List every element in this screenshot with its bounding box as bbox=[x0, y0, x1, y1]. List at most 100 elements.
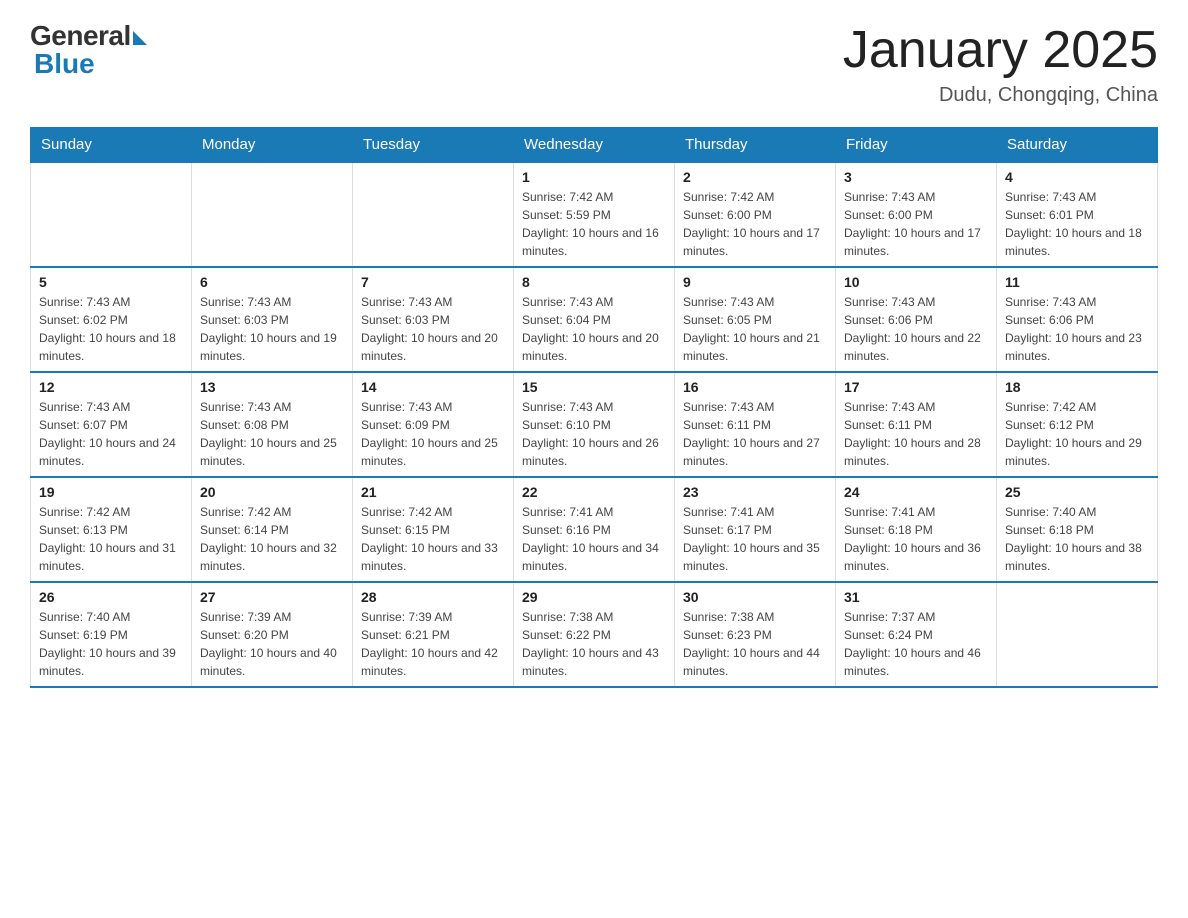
day-info: Sunrise: 7:39 AMSunset: 6:20 PMDaylight:… bbox=[200, 610, 337, 678]
day-number: 14 bbox=[361, 379, 505, 395]
calendar-header-sunday: Sunday bbox=[31, 128, 192, 163]
calendar-cell: 11 Sunrise: 7:43 AMSunset: 6:06 PMDaylig… bbox=[997, 267, 1158, 372]
calendar-header-monday: Monday bbox=[192, 128, 353, 163]
day-number: 22 bbox=[522, 484, 666, 500]
page-header: General Blue January 2025 Dudu, Chongqin… bbox=[30, 20, 1158, 107]
day-number: 24 bbox=[844, 484, 988, 500]
calendar-cell: 28 Sunrise: 7:39 AMSunset: 6:21 PMDaylig… bbox=[353, 582, 514, 687]
day-info: Sunrise: 7:40 AMSunset: 6:19 PMDaylight:… bbox=[39, 610, 176, 678]
day-info: Sunrise: 7:42 AMSunset: 6:12 PMDaylight:… bbox=[1005, 400, 1142, 468]
day-number: 9 bbox=[683, 274, 827, 290]
calendar-cell: 18 Sunrise: 7:42 AMSunset: 6:12 PMDaylig… bbox=[997, 372, 1158, 477]
calendar-cell: 1 Sunrise: 7:42 AMSunset: 5:59 PMDayligh… bbox=[514, 162, 675, 267]
calendar-header-tuesday: Tuesday bbox=[353, 128, 514, 163]
day-info: Sunrise: 7:43 AMSunset: 6:03 PMDaylight:… bbox=[361, 295, 498, 363]
calendar-cell: 30 Sunrise: 7:38 AMSunset: 6:23 PMDaylig… bbox=[675, 582, 836, 687]
calendar-cell bbox=[192, 162, 353, 267]
day-number: 28 bbox=[361, 589, 505, 605]
day-number: 4 bbox=[1005, 169, 1149, 185]
day-number: 3 bbox=[844, 169, 988, 185]
calendar-header-thursday: Thursday bbox=[675, 128, 836, 163]
day-info: Sunrise: 7:43 AMSunset: 6:10 PMDaylight:… bbox=[522, 400, 659, 468]
logo: General Blue bbox=[30, 20, 147, 80]
calendar-cell: 24 Sunrise: 7:41 AMSunset: 6:18 PMDaylig… bbox=[836, 477, 997, 582]
location: Dudu, Chongqing, China bbox=[843, 84, 1158, 107]
day-info: Sunrise: 7:43 AMSunset: 6:06 PMDaylight:… bbox=[844, 295, 981, 363]
calendar-week-3: 12 Sunrise: 7:43 AMSunset: 6:07 PMDaylig… bbox=[31, 372, 1158, 477]
logo-triangle-icon bbox=[133, 31, 147, 45]
calendar-cell: 19 Sunrise: 7:42 AMSunset: 6:13 PMDaylig… bbox=[31, 477, 192, 582]
calendar-header-friday: Friday bbox=[836, 128, 997, 163]
day-info: Sunrise: 7:43 AMSunset: 6:02 PMDaylight:… bbox=[39, 295, 176, 363]
day-info: Sunrise: 7:43 AMSunset: 6:01 PMDaylight:… bbox=[1005, 190, 1142, 258]
calendar-cell: 25 Sunrise: 7:40 AMSunset: 6:18 PMDaylig… bbox=[997, 477, 1158, 582]
calendar-cell: 27 Sunrise: 7:39 AMSunset: 6:20 PMDaylig… bbox=[192, 582, 353, 687]
day-info: Sunrise: 7:43 AMSunset: 6:03 PMDaylight:… bbox=[200, 295, 337, 363]
calendar-table: SundayMondayTuesdayWednesdayThursdayFrid… bbox=[30, 127, 1158, 688]
day-info: Sunrise: 7:43 AMSunset: 6:11 PMDaylight:… bbox=[844, 400, 981, 468]
day-info: Sunrise: 7:41 AMSunset: 6:17 PMDaylight:… bbox=[683, 505, 820, 573]
calendar-cell: 16 Sunrise: 7:43 AMSunset: 6:11 PMDaylig… bbox=[675, 372, 836, 477]
day-number: 6 bbox=[200, 274, 344, 290]
day-number: 18 bbox=[1005, 379, 1149, 395]
calendar-cell: 29 Sunrise: 7:38 AMSunset: 6:22 PMDaylig… bbox=[514, 582, 675, 687]
title-section: January 2025 Dudu, Chongqing, China bbox=[843, 20, 1158, 107]
day-number: 26 bbox=[39, 589, 183, 605]
calendar-cell: 3 Sunrise: 7:43 AMSunset: 6:00 PMDayligh… bbox=[836, 162, 997, 267]
calendar-cell: 4 Sunrise: 7:43 AMSunset: 6:01 PMDayligh… bbox=[997, 162, 1158, 267]
day-info: Sunrise: 7:43 AMSunset: 6:07 PMDaylight:… bbox=[39, 400, 176, 468]
calendar-cell bbox=[997, 582, 1158, 687]
calendar-cell: 23 Sunrise: 7:41 AMSunset: 6:17 PMDaylig… bbox=[675, 477, 836, 582]
calendar-cell: 14 Sunrise: 7:43 AMSunset: 6:09 PMDaylig… bbox=[353, 372, 514, 477]
day-info: Sunrise: 7:41 AMSunset: 6:16 PMDaylight:… bbox=[522, 505, 659, 573]
day-number: 1 bbox=[522, 169, 666, 185]
day-info: Sunrise: 7:43 AMSunset: 6:08 PMDaylight:… bbox=[200, 400, 337, 468]
day-info: Sunrise: 7:39 AMSunset: 6:21 PMDaylight:… bbox=[361, 610, 498, 678]
logo-blue-text: Blue bbox=[30, 48, 95, 80]
day-info: Sunrise: 7:43 AMSunset: 6:04 PMDaylight:… bbox=[522, 295, 659, 363]
calendar-cell: 31 Sunrise: 7:37 AMSunset: 6:24 PMDaylig… bbox=[836, 582, 997, 687]
day-info: Sunrise: 7:43 AMSunset: 6:11 PMDaylight:… bbox=[683, 400, 820, 468]
calendar-cell: 5 Sunrise: 7:43 AMSunset: 6:02 PMDayligh… bbox=[31, 267, 192, 372]
day-number: 16 bbox=[683, 379, 827, 395]
day-number: 29 bbox=[522, 589, 666, 605]
day-number: 15 bbox=[522, 379, 666, 395]
calendar-cell: 20 Sunrise: 7:42 AMSunset: 6:14 PMDaylig… bbox=[192, 477, 353, 582]
day-number: 17 bbox=[844, 379, 988, 395]
day-info: Sunrise: 7:43 AMSunset: 6:09 PMDaylight:… bbox=[361, 400, 498, 468]
day-info: Sunrise: 7:38 AMSunset: 6:23 PMDaylight:… bbox=[683, 610, 820, 678]
calendar-week-2: 5 Sunrise: 7:43 AMSunset: 6:02 PMDayligh… bbox=[31, 267, 1158, 372]
calendar-cell: 21 Sunrise: 7:42 AMSunset: 6:15 PMDaylig… bbox=[353, 477, 514, 582]
day-number: 31 bbox=[844, 589, 988, 605]
day-number: 25 bbox=[1005, 484, 1149, 500]
calendar-cell: 10 Sunrise: 7:43 AMSunset: 6:06 PMDaylig… bbox=[836, 267, 997, 372]
calendar-header-row: SundayMondayTuesdayWednesdayThursdayFrid… bbox=[31, 128, 1158, 163]
calendar-cell: 15 Sunrise: 7:43 AMSunset: 6:10 PMDaylig… bbox=[514, 372, 675, 477]
calendar-cell: 9 Sunrise: 7:43 AMSunset: 6:05 PMDayligh… bbox=[675, 267, 836, 372]
day-number: 7 bbox=[361, 274, 505, 290]
day-info: Sunrise: 7:37 AMSunset: 6:24 PMDaylight:… bbox=[844, 610, 981, 678]
day-info: Sunrise: 7:42 AMSunset: 6:14 PMDaylight:… bbox=[200, 505, 337, 573]
day-info: Sunrise: 7:38 AMSunset: 6:22 PMDaylight:… bbox=[522, 610, 659, 678]
day-number: 12 bbox=[39, 379, 183, 395]
day-info: Sunrise: 7:41 AMSunset: 6:18 PMDaylight:… bbox=[844, 505, 981, 573]
day-info: Sunrise: 7:43 AMSunset: 6:06 PMDaylight:… bbox=[1005, 295, 1142, 363]
day-info: Sunrise: 7:42 AMSunset: 5:59 PMDaylight:… bbox=[522, 190, 659, 258]
calendar-cell: 13 Sunrise: 7:43 AMSunset: 6:08 PMDaylig… bbox=[192, 372, 353, 477]
calendar-cell: 26 Sunrise: 7:40 AMSunset: 6:19 PMDaylig… bbox=[31, 582, 192, 687]
day-info: Sunrise: 7:42 AMSunset: 6:13 PMDaylight:… bbox=[39, 505, 176, 573]
calendar-cell: 22 Sunrise: 7:41 AMSunset: 6:16 PMDaylig… bbox=[514, 477, 675, 582]
calendar-cell: 17 Sunrise: 7:43 AMSunset: 6:11 PMDaylig… bbox=[836, 372, 997, 477]
day-info: Sunrise: 7:42 AMSunset: 6:00 PMDaylight:… bbox=[683, 190, 820, 258]
calendar-cell: 2 Sunrise: 7:42 AMSunset: 6:00 PMDayligh… bbox=[675, 162, 836, 267]
calendar-cell bbox=[353, 162, 514, 267]
month-title: January 2025 bbox=[843, 20, 1158, 80]
day-number: 27 bbox=[200, 589, 344, 605]
day-info: Sunrise: 7:40 AMSunset: 6:18 PMDaylight:… bbox=[1005, 505, 1142, 573]
calendar-week-5: 26 Sunrise: 7:40 AMSunset: 6:19 PMDaylig… bbox=[31, 582, 1158, 687]
calendar-header-saturday: Saturday bbox=[997, 128, 1158, 163]
day-number: 23 bbox=[683, 484, 827, 500]
calendar-week-4: 19 Sunrise: 7:42 AMSunset: 6:13 PMDaylig… bbox=[31, 477, 1158, 582]
calendar-cell: 12 Sunrise: 7:43 AMSunset: 6:07 PMDaylig… bbox=[31, 372, 192, 477]
calendar-cell: 8 Sunrise: 7:43 AMSunset: 6:04 PMDayligh… bbox=[514, 267, 675, 372]
